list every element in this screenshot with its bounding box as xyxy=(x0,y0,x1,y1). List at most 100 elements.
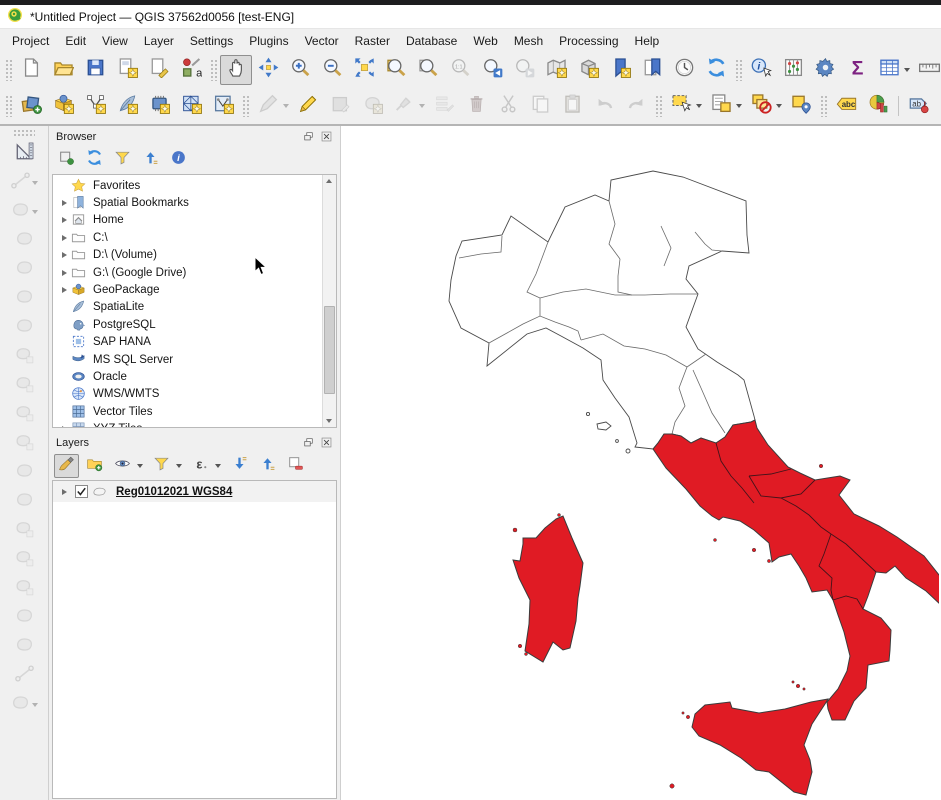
trim-extend-button[interactable] xyxy=(11,663,37,688)
zoom-in-button[interactable] xyxy=(284,55,316,85)
open-attribute-table-dropdown-icon[interactable] xyxy=(904,68,910,72)
scroll-down-icon[interactable] xyxy=(323,415,335,427)
browser-item-g-google-drive[interactable]: G:\ (Google Drive) xyxy=(53,264,322,281)
menu-web[interactable]: Web xyxy=(465,31,505,51)
split-parts-button[interactable] xyxy=(11,576,37,601)
simplify-feature-button[interactable] xyxy=(11,286,37,311)
layer-visibility-checkbox[interactable] xyxy=(75,485,88,498)
zoom-to-native-resolution-button[interactable]: 1:1 xyxy=(444,55,476,85)
new-virtual-layer-button[interactable] xyxy=(143,91,175,121)
browser-item-wms-wmts[interactable]: WMS/WMTS xyxy=(53,386,322,403)
browser-item-spatialite[interactable]: SpatiaLite xyxy=(53,299,322,316)
browser-item-favorites[interactable]: Favorites xyxy=(53,177,322,194)
show-spatial-bookmarks-button[interactable] xyxy=(636,55,668,85)
move-feature-dropdown-icon[interactable] xyxy=(32,210,38,214)
open-field-calculator-button[interactable] xyxy=(777,55,809,85)
vertex-tool-button[interactable] xyxy=(388,91,420,121)
offset-curve-button[interactable] xyxy=(11,489,37,514)
rotate-point-symbols-button[interactable] xyxy=(7,692,33,717)
move-feature-button[interactable] xyxy=(7,199,33,224)
pan-map-button[interactable] xyxy=(220,55,252,85)
browser-item-home[interactable]: Home xyxy=(53,212,322,229)
layer-name[interactable]: Reg01012021 WGS84 xyxy=(116,486,232,498)
menu-edit[interactable]: Edit xyxy=(57,31,94,51)
deselect-features-dropdown-icon[interactable] xyxy=(776,104,782,108)
rotate-feature-button[interactable] xyxy=(11,228,37,253)
enable-properties-widget-button[interactable]: i xyxy=(166,148,191,172)
menu-project[interactable]: Project xyxy=(4,31,57,51)
add-feature-button[interactable] xyxy=(356,91,388,121)
new-map-view-button[interactable] xyxy=(540,55,572,85)
zoom-last-button[interactable] xyxy=(476,55,508,85)
rotate-point-symbols-dropdown-icon[interactable] xyxy=(32,703,38,707)
layer-diagram-options-button[interactable] xyxy=(862,91,894,121)
layers-close-button[interactable] xyxy=(319,436,333,449)
reshape-features-button[interactable] xyxy=(11,460,37,485)
browser-item-c[interactable]: C:\ xyxy=(53,229,322,246)
zoom-full-button[interactable] xyxy=(348,55,380,85)
refresh-map-button[interactable] xyxy=(700,55,732,85)
browser-item-ms-sql-server[interactable]: MS SQL Server xyxy=(53,351,322,368)
expand-arrow-icon[interactable] xyxy=(58,489,71,495)
measure-line-button[interactable] xyxy=(913,55,941,85)
scale-feature-button[interactable] xyxy=(11,257,37,282)
browser-item-geopackage[interactable]: GeoPackage xyxy=(53,281,322,298)
browser-item-oracle[interactable]: Oracle xyxy=(53,368,322,385)
menu-settings[interactable]: Settings xyxy=(182,31,241,51)
zoom-next-button[interactable] xyxy=(508,55,540,85)
current-edits-button[interactable] xyxy=(252,91,284,121)
expand-arrow-icon[interactable] xyxy=(58,426,71,428)
construction-tools-dropdown-icon[interactable] xyxy=(32,181,38,185)
expand-arrow-icon[interactable] xyxy=(58,270,71,276)
filter-legend-dropdown-icon[interactable] xyxy=(176,464,182,468)
refresh-browser-button[interactable] xyxy=(82,148,107,172)
expand-arrow-icon[interactable] xyxy=(58,200,71,206)
merge-attributes-button[interactable] xyxy=(11,634,37,659)
deselect-features-button[interactable] xyxy=(745,91,777,121)
menu-raster[interactable]: Raster xyxy=(347,31,398,51)
browser-float-button[interactable] xyxy=(301,130,315,143)
zoom-out-button[interactable] xyxy=(316,55,348,85)
filter-legend-by-expression-dropdown-icon[interactable] xyxy=(215,464,221,468)
select-features-by-value-dropdown-icon[interactable] xyxy=(736,104,742,108)
expand-arrow-icon[interactable] xyxy=(58,235,71,241)
temporal-controller-panel-button[interactable] xyxy=(668,55,700,85)
add-selected-layers-button[interactable] xyxy=(54,148,79,172)
filter-legend-by-expression-button[interactable]: ε xyxy=(188,454,213,478)
open-project-button[interactable] xyxy=(47,55,79,85)
delete-part-button[interactable] xyxy=(11,431,37,456)
map-canvas[interactable] xyxy=(341,126,941,800)
new-print-layout-button[interactable] xyxy=(111,55,143,85)
browser-item-vector-tiles[interactable]: Vector Tiles xyxy=(53,403,322,420)
open-data-source-manager-button[interactable] xyxy=(15,91,47,121)
browser-item-sap-hana[interactable]: SAP HANA xyxy=(53,334,322,351)
select-by-location-button[interactable] xyxy=(785,91,817,121)
show-statistical-summary-button[interactable]: Σ xyxy=(841,55,873,85)
layer-row[interactable]: Reg01012021 WGS84 xyxy=(53,481,336,502)
filter-browser-button[interactable] xyxy=(110,148,135,172)
layer-labeling-options-button[interactable]: abc xyxy=(830,91,862,121)
open-layer-styling-dock-button[interactable] xyxy=(54,454,79,478)
menu-view[interactable]: View xyxy=(94,31,136,51)
manage-map-themes-dropdown-icon[interactable] xyxy=(137,464,143,468)
layer-labeling-button[interactable]: ab xyxy=(903,91,935,121)
browser-item-postgresql[interactable]: PostgreSQL xyxy=(53,316,322,333)
browser-close-button[interactable] xyxy=(319,130,333,143)
new-mesh-layer-button[interactable] xyxy=(175,91,207,121)
fill-ring-button[interactable] xyxy=(11,373,37,398)
browser-scrollbar[interactable] xyxy=(322,175,336,427)
toggle-editing-button[interactable] xyxy=(292,91,324,121)
new-spatial-bookmark-button[interactable] xyxy=(604,55,636,85)
browser-item-d-volume[interactable]: D:\ (Volume) xyxy=(53,247,322,264)
scroll-up-icon[interactable] xyxy=(323,175,335,187)
split-features-button[interactable] xyxy=(11,547,37,572)
add-group-button[interactable] xyxy=(82,454,107,478)
enable-advanced-digitizing-button[interactable] xyxy=(11,141,37,166)
style-manager-button[interactable]: a xyxy=(175,55,207,85)
paste-features-button[interactable] xyxy=(556,91,588,121)
select-features-dropdown-icon[interactable] xyxy=(696,104,702,108)
undo-button[interactable] xyxy=(588,91,620,121)
expand-arrow-icon[interactable] xyxy=(58,217,71,223)
add-ring-button[interactable] xyxy=(11,315,37,340)
pan-map-to-selection-button[interactable] xyxy=(252,55,284,85)
